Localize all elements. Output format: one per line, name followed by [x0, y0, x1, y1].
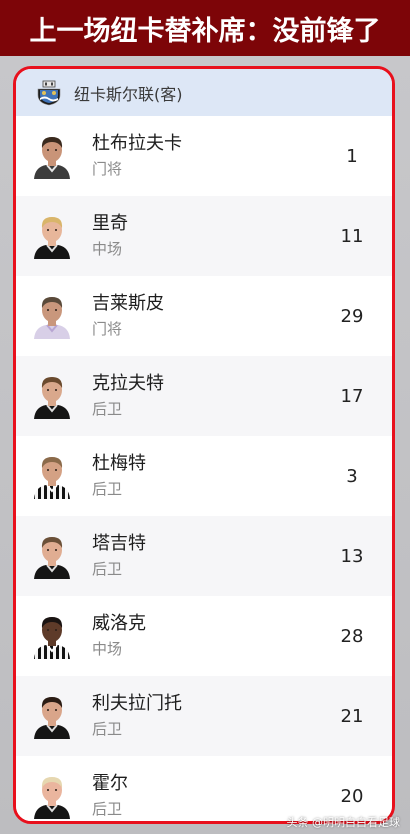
player-avatar — [32, 773, 72, 819]
player-avatar — [32, 293, 72, 339]
player-avatar — [32, 373, 72, 419]
player-name: 里奇 — [92, 213, 128, 234]
shirt-number: 29 — [340, 305, 364, 327]
player-name: 霍尔 — [92, 773, 128, 794]
shirt-number: 3 — [346, 465, 358, 487]
player-avatar — [32, 613, 72, 659]
player-name: 克拉夫特 — [92, 373, 164, 394]
player-row[interactable]: 利夫拉门托后卫 21 — [16, 676, 392, 756]
player-info: 霍尔 后卫 — [92, 772, 322, 820]
player-info: 塔吉特 后卫 — [92, 532, 322, 580]
shirt-number: 11 — [340, 225, 364, 247]
player-info: 杜布拉夫卡 门将 — [92, 132, 322, 180]
shirt-number: 17 — [340, 385, 364, 407]
player-name: 利夫拉门托 — [92, 693, 182, 714]
player-row[interactable]: 里奇中场 11 — [16, 196, 392, 276]
lineup-panel: 纽卡斯尔联(客) 杜布拉夫卡 门将 1 里奇 中场 11 吉莱斯皮 门将 29 克拉夫特 后卫 17 杜… — [13, 66, 395, 824]
shirt-number: 1 — [346, 145, 358, 167]
player-row[interactable]: 杜梅特后卫 3 — [16, 436, 392, 516]
player-position: 中场 — [92, 640, 123, 658]
player-row[interactable]: 威洛克中场 28 — [16, 596, 392, 676]
watermark: 头条 @明明白白看足球 — [286, 816, 401, 829]
player-row[interactable]: 杜布拉夫卡门将 1 — [16, 116, 392, 196]
player-avatar — [32, 133, 72, 179]
top-banner: 上一场纽卡替补席：没前锋了 — [0, 0, 410, 56]
player-name: 杜布拉夫卡 — [92, 133, 182, 154]
player-name: 吉莱斯皮 — [92, 293, 164, 314]
player-avatar — [32, 453, 72, 499]
player-position: 门将 — [92, 160, 123, 178]
player-position: 后卫 — [92, 560, 123, 578]
player-info: 杜梅特 后卫 — [92, 452, 322, 500]
player-row[interactable]: 克拉夫特后卫 17 — [16, 356, 392, 436]
player-name: 威洛克 — [92, 613, 146, 634]
player-position: 后卫 — [92, 720, 123, 738]
player-list: 杜布拉夫卡 门将 1 里奇 中场 11 吉莱斯皮 门将 29 克拉夫特 后卫 17 杜梅特 后卫 3 塔吉特后… — [16, 116, 392, 821]
shirt-number: 28 — [340, 625, 364, 647]
shirt-number: 21 — [340, 705, 364, 727]
player-position: 后卫 — [92, 480, 123, 498]
player-info: 威洛克 中场 — [92, 612, 322, 660]
team-header[interactable]: 纽卡斯尔联(客) — [16, 69, 392, 116]
player-position: 中场 — [92, 240, 123, 258]
player-info: 吉莱斯皮 门将 — [92, 292, 322, 340]
newcastle-crest-icon — [36, 80, 62, 106]
player-position: 后卫 — [92, 400, 123, 418]
shirt-number: 13 — [340, 545, 364, 567]
player-info: 克拉夫特 后卫 — [92, 372, 322, 420]
player-name: 杜梅特 — [92, 453, 146, 474]
player-row[interactable]: 吉莱斯皮门将 29 — [16, 276, 392, 356]
player-row[interactable]: 塔吉特后卫 13 — [16, 516, 392, 596]
player-info: 利夫拉门托 后卫 — [92, 692, 322, 740]
player-name: 塔吉特 — [92, 533, 146, 554]
player-position: 门将 — [92, 320, 123, 338]
player-avatar — [32, 213, 72, 259]
player-avatar — [32, 533, 72, 579]
shirt-number: 20 — [340, 785, 364, 807]
player-info: 里奇 中场 — [92, 212, 322, 260]
player-avatar — [32, 693, 72, 739]
banner-title: 上一场纽卡替补席：没前锋了 — [29, 15, 381, 47]
team-name: 纽卡斯尔联(客) — [74, 84, 183, 104]
